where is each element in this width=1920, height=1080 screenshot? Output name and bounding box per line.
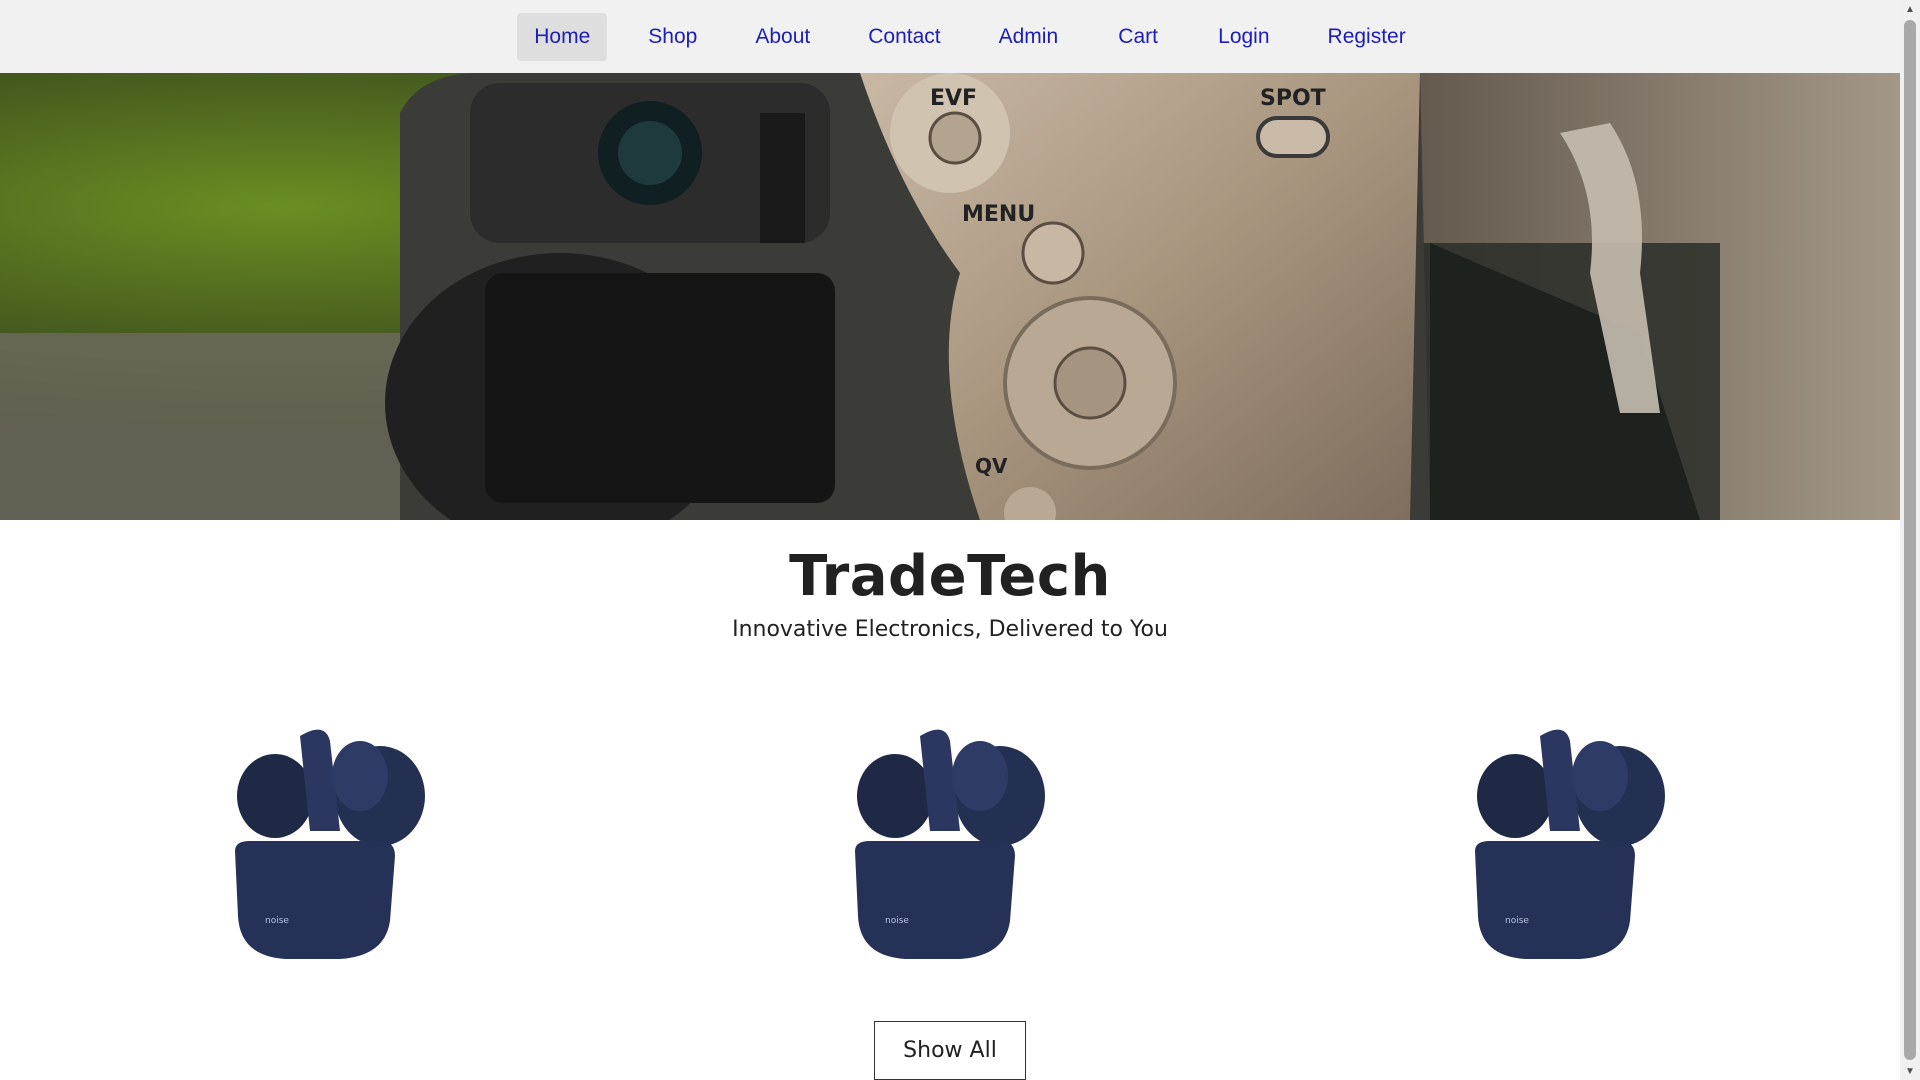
site-tagline: Innovative Electronics, Delivered to You [732,617,1168,642]
page-content: Home Shop About Contact Admin Cart Login… [0,0,1900,1080]
product-card[interactable]: noise [1465,718,1675,963]
page: Home Shop About Contact Admin Cart Login… [0,0,1920,1080]
scroll-up-icon[interactable]: ▲ [1900,0,1920,18]
site-title: TradeTech [789,544,1111,609]
nav-item-cart[interactable]: Cart [1099,13,1177,61]
nav-list: Home Shop About Contact Admin Cart Login… [517,12,1423,61]
camera-illustration: EVF SPOT MENU QV [0,73,1900,520]
show-all-wrap: Show All [0,1021,1900,1080]
earbuds-brand-mark: noise [885,916,909,926]
top-navbar: Home Shop About Contact Admin Cart Login… [0,0,1900,73]
brand-block: TradeTech Innovative Electronics, Delive… [0,544,1900,642]
nav-item-login[interactable]: Login [1201,13,1286,61]
earbuds-image: noise [855,729,1045,959]
label-spot: SPOT [1260,86,1326,111]
label-qv: QV [975,454,1008,478]
earbuds-brand-mark: noise [265,916,289,926]
nav-item-register[interactable]: Register [1311,13,1423,61]
nav-item-shop[interactable]: Shop [631,13,714,61]
earbuds-brand-mark: noise [1505,916,1529,926]
scroll-down-icon[interactable]: ▼ [1900,1062,1920,1080]
nav-item-home[interactable]: Home [517,12,608,61]
hero-banner-image: EVF SPOT MENU QV [0,73,1900,520]
show-all-button[interactable]: Show All [874,1021,1026,1080]
product-card[interactable]: noise [225,718,435,963]
label-menu: MENU [962,202,1035,227]
scrollbar-thumb[interactable] [1904,20,1916,1060]
earbuds-image: noise [235,729,425,959]
vertical-scrollbar[interactable]: ▲ ▼ [1900,0,1920,1080]
nav-item-about[interactable]: About [738,13,827,61]
label-evf: EVF [930,86,977,111]
nav-item-contact[interactable]: Contact [851,13,957,61]
earbuds-image: noise [1475,729,1665,959]
product-card[interactable]: noise [845,718,1055,963]
nav-item-admin[interactable]: Admin [982,13,1076,61]
product-grid: noise noise noise [0,718,1900,963]
